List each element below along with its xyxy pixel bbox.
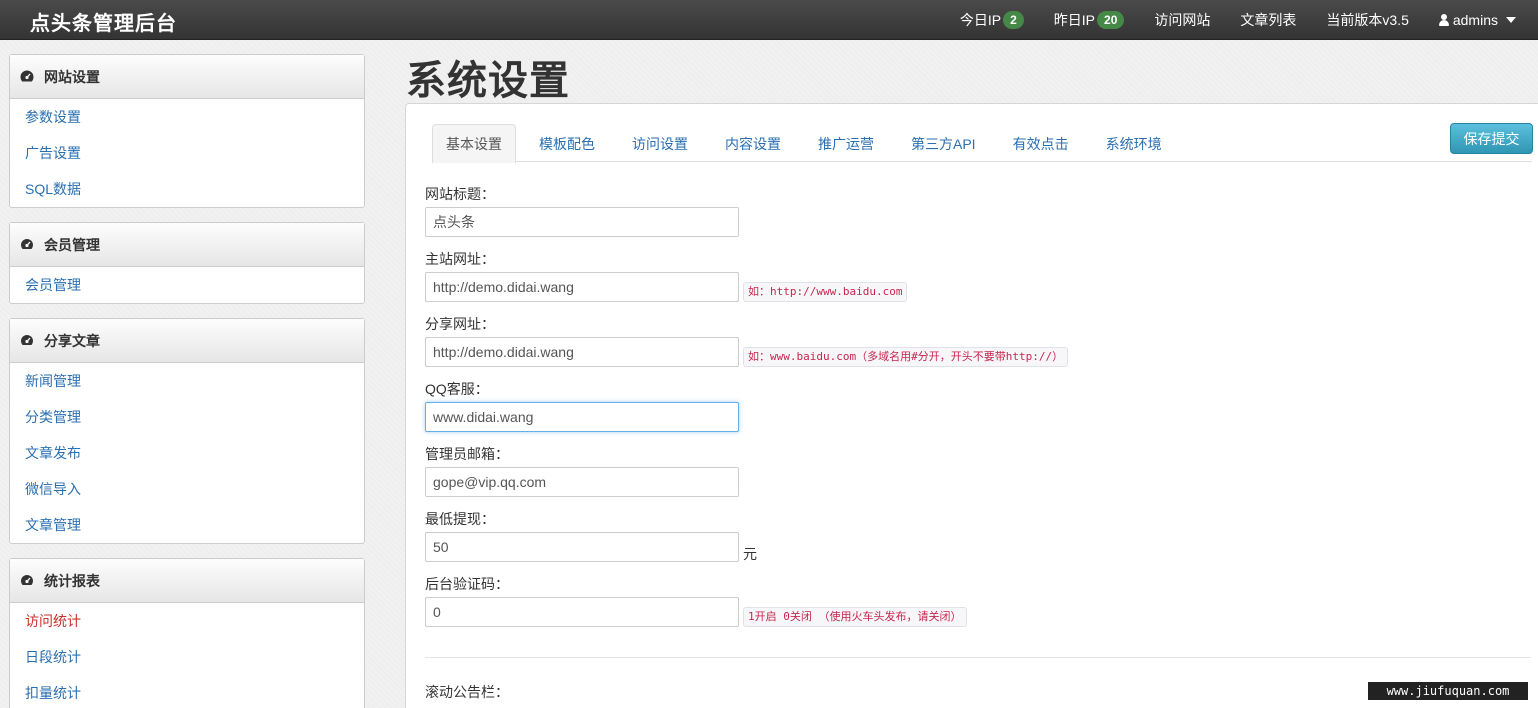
main-url-input[interactable] xyxy=(425,272,739,302)
settings-tabs: 基本设置 模板配色 访问设置 内容设置 推广运营 第三方API 有效点击 系统环… xyxy=(432,124,1532,163)
dashboard-icon xyxy=(20,335,34,345)
admin-email-input[interactable] xyxy=(425,467,739,497)
sidebar-panel-articles: 分享文章 新闻管理 分类管理 文章发布 微信导入 文章管理 xyxy=(9,318,365,544)
site-title-input[interactable] xyxy=(425,207,739,237)
panel-header[interactable]: 分享文章 xyxy=(10,319,364,363)
sidebar-panel-members: 会员管理 会员管理 xyxy=(9,222,365,304)
settings-panel: 基本设置 模板配色 访问设置 内容设置 推广运营 第三方API 有效点击 系统环… xyxy=(405,103,1538,708)
panel-body: 参数设置 广告设置 SQL数据 xyxy=(10,99,364,207)
tab-basic[interactable]: 基本设置 xyxy=(432,124,516,163)
share-url-label: 分享网址： xyxy=(425,316,495,332)
min-withdraw-input[interactable] xyxy=(425,532,739,562)
captcha-hint: 1开启 0关闭 （使用火车头发布，请关闭） xyxy=(743,607,967,627)
tab-access[interactable]: 访问设置 xyxy=(618,124,702,162)
qq-service-input[interactable] xyxy=(425,402,739,432)
admin-email-label: 管理员邮箱： xyxy=(425,446,509,462)
scroll-notice-label: 滚动公告栏： xyxy=(425,684,509,700)
user-icon xyxy=(1438,14,1449,26)
visit-site-link[interactable]: 访问网站 xyxy=(1154,10,1210,30)
tab-template[interactable]: 模板配色 xyxy=(525,124,609,162)
article-list-link[interactable]: 文章列表 xyxy=(1240,10,1296,30)
yesterday-ip-link[interactable]: 昨日IP 20 xyxy=(1054,10,1125,30)
save-button[interactable]: 保存提交 xyxy=(1450,123,1533,154)
yesterday-ip-label: 昨日IP xyxy=(1053,12,1096,28)
sidebar-item-categories[interactable]: 分类管理 xyxy=(10,399,364,435)
panel-title: 网站设置 xyxy=(44,68,100,85)
version-link[interactable]: 当前版本v3.5 xyxy=(1326,10,1408,30)
dashboard-icon xyxy=(20,70,34,82)
sidebar-item-news[interactable]: 新闻管理 xyxy=(10,363,364,399)
panel-title: 分享文章 xyxy=(44,332,100,349)
sidebar-item-deduct-stats[interactable]: 扣量统计 xyxy=(10,675,364,708)
tab-valid-clicks[interactable]: 有效点击 xyxy=(999,124,1083,162)
panel-title: 会员管理 xyxy=(44,236,100,253)
panel-title: 统计报表 xyxy=(44,572,100,589)
tab-third-party-api[interactable]: 第三方API xyxy=(897,124,990,162)
qq-service-label: QQ客服： xyxy=(425,381,489,397)
panel-body: 会员管理 xyxy=(10,267,364,303)
tab-system-env[interactable]: 系统环境 xyxy=(1092,124,1176,162)
sidebar-item-params[interactable]: 参数设置 xyxy=(10,99,364,135)
brand-title[interactable]: 点头条管理后台 xyxy=(30,7,177,36)
top-navbar: 点头条管理后台 今日IP 2 昨日IP 20 访问网站 文章列表 当前版本v3.… xyxy=(0,0,1538,40)
dashboard-icon xyxy=(20,239,34,249)
caret-down-icon xyxy=(1506,17,1516,23)
min-withdraw-label: 最低提现： xyxy=(425,511,495,527)
watermark: www.jiufuquan.com xyxy=(1368,682,1528,700)
sidebar-item-member-manage[interactable]: 会员管理 xyxy=(10,267,364,303)
today-ip-label: 今日IP xyxy=(959,12,1002,28)
main-url-label: 主站网址： xyxy=(425,251,495,267)
dashboard-icon xyxy=(20,575,34,585)
share-url-input[interactable] xyxy=(425,337,739,367)
tab-promotion[interactable]: 推广运营 xyxy=(804,124,888,162)
sidebar-item-ads[interactable]: 广告设置 xyxy=(10,135,364,171)
sidebar-item-period-stats[interactable]: 日段统计 xyxy=(10,639,364,675)
panel-body: 新闻管理 分类管理 文章发布 微信导入 文章管理 xyxy=(10,363,364,543)
currency-unit: 元 xyxy=(743,546,757,562)
sidebar-item-wechat-import[interactable]: 微信导入 xyxy=(10,471,364,507)
panel-header[interactable]: 统计报表 xyxy=(10,559,364,603)
yesterday-ip-badge: 20 xyxy=(1097,11,1125,29)
sidebar-item-visit-stats[interactable]: 访问统计 xyxy=(10,603,364,639)
panel-header[interactable]: 会员管理 xyxy=(10,223,364,267)
panel-body: 访问统计 日段统计 扣量统计 xyxy=(10,603,364,708)
sidebar-item-publish[interactable]: 文章发布 xyxy=(10,435,364,471)
sidebar-panel-site-settings: 网站设置 参数设置 广告设置 SQL数据 xyxy=(9,54,365,208)
sidebar-item-sql[interactable]: SQL数据 xyxy=(10,171,364,207)
today-ip-badge: 2 xyxy=(1003,11,1024,29)
sidebar-item-article-manage[interactable]: 文章管理 xyxy=(10,507,364,543)
user-menu[interactable]: admins xyxy=(1438,12,1516,28)
page-title: 系统设置 xyxy=(406,59,570,103)
site-title-label: 网站标题： xyxy=(425,186,495,202)
share-url-hint: 如：www.baidu.com（多域名用#分开，开头不要带http://） xyxy=(743,347,1069,367)
user-name: admins xyxy=(1452,12,1498,28)
captcha-input[interactable] xyxy=(425,597,739,627)
sidebar-panel-reports: 统计报表 访问统计 日段统计 扣量统计 xyxy=(9,558,365,708)
section-divider xyxy=(425,657,1531,658)
panel-header[interactable]: 网站设置 xyxy=(10,55,364,99)
navbar-right: 今日IP 2 昨日IP 20 访问网站 文章列表 当前版本v3.5 admins xyxy=(930,0,1516,40)
captcha-label: 后台验证码： xyxy=(425,576,509,592)
main-url-hint: 如：http://www.baidu.com xyxy=(743,282,908,302)
tab-content[interactable]: 内容设置 xyxy=(711,124,795,162)
today-ip-link[interactable]: 今日IP 2 xyxy=(960,10,1024,30)
